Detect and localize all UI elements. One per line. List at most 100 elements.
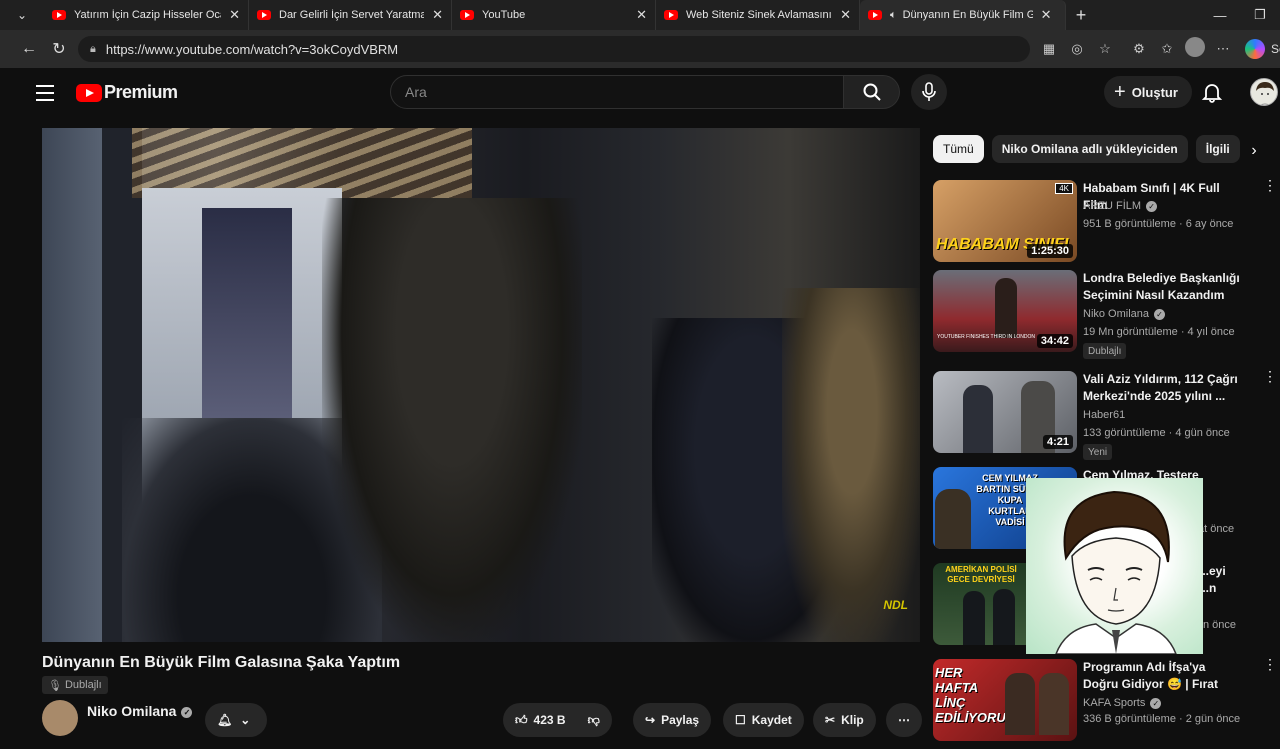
thumbnail-person	[935, 489, 971, 549]
video-player[interactable]: NDL	[42, 128, 920, 642]
url-text: https://www.youtube.com/watch?v=3okCoydV…	[105, 41, 399, 57]
grid-app-icon[interactable]: ▦	[1035, 41, 1063, 57]
dub-icon: 🎙︎	[48, 679, 62, 692]
favorite-star-icon[interactable]: ☆	[1091, 41, 1119, 57]
video-thumbnail[interactable]: 4:21	[933, 371, 1077, 453]
tab-title: Dünyanın En Büyük Film Galasına Şaka Yap…	[902, 9, 1033, 21]
video-thumbnail[interactable]: 4K HABABAM SINIFI 1:25:30	[933, 180, 1077, 262]
dubbed-badge: 🎙︎ Dublajlı	[42, 676, 108, 694]
recommendation-item[interactable]: 4K HABABAM SINIFI 1:25:30 Hababam Sınıfı…	[933, 178, 1277, 270]
hamburger-menu-icon[interactable]	[36, 82, 54, 104]
youtube-favicon-icon	[868, 10, 882, 20]
more-vertical-icon[interactable]: ⋮	[1263, 178, 1277, 192]
chevron-right-icon[interactable]: ›	[1242, 139, 1266, 163]
thumbnail-person	[963, 591, 985, 645]
reload-icon[interactable]: ↻	[44, 39, 74, 59]
browser-tab-4[interactable]: Web Siteniz Sinek Avlamasını instagram ✕	[656, 0, 860, 30]
scissors-icon: ✂	[825, 713, 836, 727]
save-icon: ☐	[735, 713, 746, 727]
chip-all[interactable]: Tümü	[933, 135, 984, 163]
more-horizontal-icon: ⋯	[898, 713, 910, 727]
verified-check-icon: ✓	[1150, 697, 1162, 709]
close-tab-icon[interactable]: ✕	[432, 7, 443, 23]
close-tab-icon[interactable]: ✕	[840, 7, 851, 23]
dub-label: Dublajlı	[64, 679, 102, 691]
extension-icon[interactable]: ⚙	[1125, 41, 1153, 57]
profile-avatar-icon[interactable]	[1181, 37, 1209, 60]
video-frame-person	[322, 198, 582, 642]
close-tab-icon[interactable]: ✕	[636, 7, 647, 23]
save-button[interactable]: ☐ Kaydet	[723, 703, 804, 737]
browser-tab-5-active[interactable]: 🔈︎ Dünyanın En Büyük Film Galasına Şaka …	[860, 0, 1066, 30]
like-button[interactable]: 👍︎ 423 B 👎︎	[503, 703, 612, 737]
channel-name-text: Niko Omilana	[87, 703, 177, 719]
clip-button[interactable]: ✂ Klip	[813, 703, 876, 737]
create-button[interactable]: + Oluştur	[1104, 76, 1192, 108]
recommendation-item[interactable]: YOUTUBER FINISHES THIRD IN LONDON 34:42 …	[933, 270, 1273, 360]
youtube-premium-logo[interactable]: Premium	[76, 82, 178, 103]
more-vertical-icon[interactable]: ⋮	[1263, 657, 1277, 671]
video-title: Dünyanın En Büyük Film Galasına Şaka Yap…	[42, 654, 401, 671]
video-thumbnail[interactable]: HER HAFTA LİNÇ EDİLİYORUM	[933, 659, 1077, 741]
chip-from-uploader[interactable]: Niko Omilana adlı yükleyiciden	[991, 135, 1188, 163]
chip-related[interactable]: İlgili	[1195, 135, 1240, 163]
new-tab-plus-icon[interactable]: +	[1066, 5, 1096, 26]
browser-tab-1[interactable]: Yatırım İçin Cazip Hisseler Ocak 2025 ✕	[44, 0, 249, 30]
minimize-icon[interactable]: —	[1200, 0, 1240, 30]
search-icon	[863, 83, 881, 101]
share-button[interactable]: ↪ Paylaş	[633, 703, 712, 737]
channel-name: ARZU FİLM ✓	[1083, 200, 1158, 212]
like-count: 423 B	[533, 713, 566, 727]
back-arrow-icon[interactable]: ←	[14, 40, 44, 58]
recommendation-item[interactable]: 4:21 Vali Aziz Yıldırım, 112 Çağrı Merke…	[933, 369, 1277, 461]
close-tab-icon[interactable]: ✕	[1041, 7, 1052, 23]
video-meta: 19 Mn görüntüleme · 4 yıl önce	[1083, 326, 1235, 338]
thumbs-down-icon: 👎︎	[587, 712, 600, 727]
browser-toolbar: ← ↻ 🔒︎ https://www.youtube.com/watch?v=3…	[0, 30, 1280, 68]
account-avatar[interactable]	[1250, 78, 1278, 106]
video-title: Programın Adı İfşa'ya Doğru Gidiyor 😅 | …	[1083, 660, 1218, 695]
chevron-down-icon: ⌄	[240, 713, 251, 727]
webcam-overlay-avatar	[1026, 478, 1203, 654]
youtube-favicon-icon	[460, 10, 474, 20]
channel-name: Haber61	[1083, 409, 1126, 421]
save-label: Kaydet	[751, 713, 792, 727]
speaker-icon[interactable]: 🔈︎	[890, 9, 897, 22]
thumbnail-person	[995, 278, 1017, 338]
bell-icon: 🔔︎	[217, 713, 233, 727]
channel-avatar[interactable]	[42, 700, 78, 736]
notifications-bell-icon[interactable]	[1200, 80, 1224, 104]
tracking-prevention-icon[interactable]: ◎	[1063, 41, 1091, 57]
video-watermark: NDL	[883, 598, 908, 612]
cartoon-avatar-image	[1055, 490, 1177, 654]
thumbs-up-icon: 👍︎	[515, 712, 528, 727]
search-input[interactable]: Ara	[390, 75, 844, 109]
favorites-icon[interactable]: ✩	[1153, 41, 1181, 57]
new-badge: Yeni	[1083, 444, 1113, 460]
channel-name[interactable]: Niko Omilana ✓	[87, 703, 193, 719]
video-duration: 1:25:30	[1027, 244, 1073, 258]
more-vertical-icon[interactable]: ⋮	[1263, 369, 1277, 383]
video-thumbnail[interactable]: YOUTUBER FINISHES THIRD IN LONDON 34:42	[933, 270, 1077, 352]
browser-tab-2[interactable]: Dar Gelirli İçin Servet Yaratma Strateji…	[249, 0, 452, 30]
thumbnail-person	[1005, 673, 1035, 735]
recommendation-item[interactable]: HER HAFTA LİNÇ EDİLİYORUM Programın Adı …	[933, 657, 1277, 749]
voice-search-button[interactable]	[911, 74, 947, 110]
copilot-icon	[1245, 38, 1265, 59]
video-duration: 34:42	[1036, 334, 1073, 348]
maximize-icon[interactable]: ❐	[1240, 0, 1280, 30]
tab-list-chevron-icon[interactable]: ⌄	[0, 0, 44, 30]
tab-title: Dar Gelirli İçin Servet Yaratma Strateji…	[279, 9, 425, 21]
more-actions-button[interactable]: ⋯	[886, 703, 922, 737]
verified-check-icon: ✓	[1154, 308, 1166, 320]
share-icon: ↪	[645, 713, 656, 727]
close-tab-icon[interactable]: ✕	[229, 7, 240, 23]
thumbnail-person	[1039, 673, 1069, 735]
copilot-button[interactable]: Soh	[1245, 38, 1280, 59]
notification-bell-dropdown[interactable]: 🔔︎ ⌄	[205, 703, 267, 737]
more-menu-icon[interactable]: ⋯	[1209, 41, 1237, 57]
browser-tab-3[interactable]: YouTube ✕	[452, 0, 656, 30]
address-bar[interactable]: 🔒︎ https://www.youtube.com/watch?v=3okCo…	[78, 36, 1030, 62]
search-button[interactable]	[844, 75, 900, 109]
create-label: Oluştur	[1131, 84, 1178, 100]
